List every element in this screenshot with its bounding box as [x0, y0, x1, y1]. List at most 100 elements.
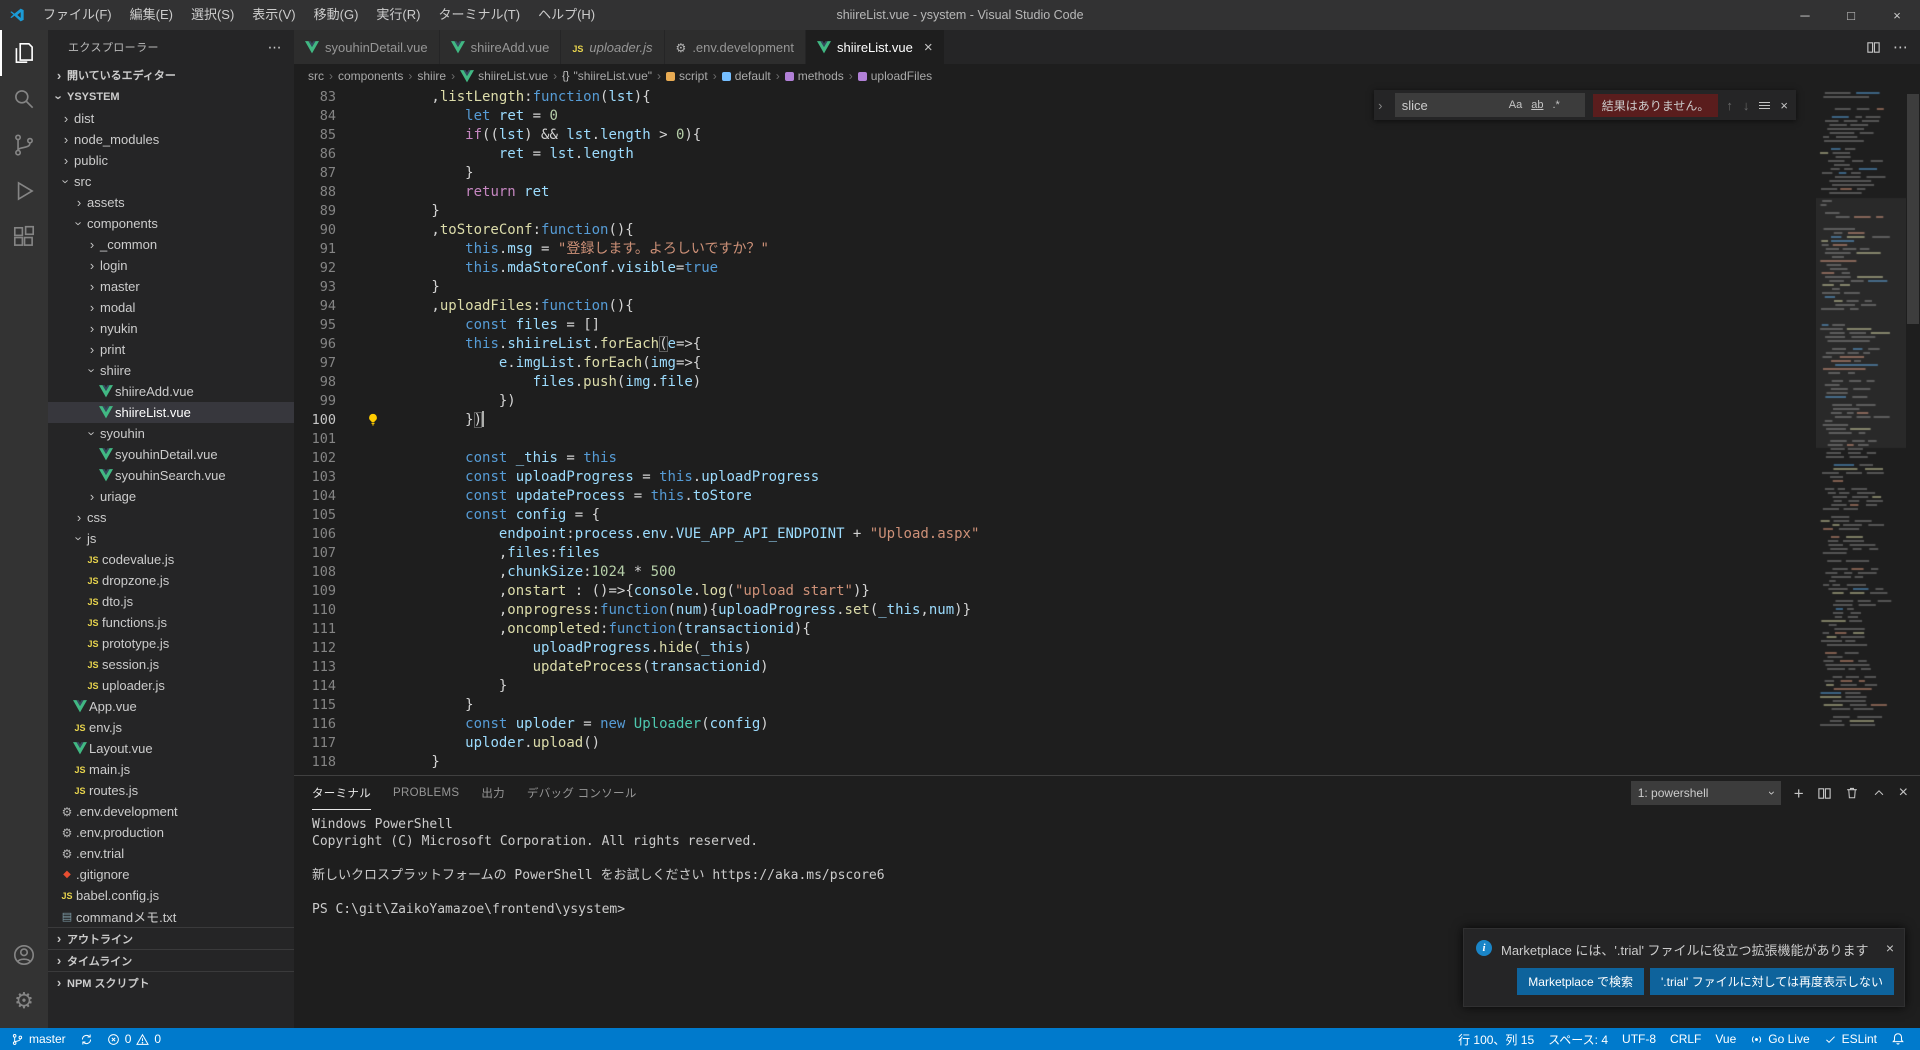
code-line-88[interactable]: 88 return ret — [294, 183, 1816, 202]
tree-item-dropzone.js[interactable]: JSdropzone.js — [48, 570, 294, 591]
menu-terminal[interactable]: ターミナル(T) — [429, 0, 529, 30]
status-eslint[interactable]: ESLint — [1817, 1028, 1884, 1050]
tree-item-master[interactable]: ›master — [48, 276, 294, 297]
tree-item-.env.development[interactable]: ⚙.env.development — [48, 801, 294, 822]
tree-item-public[interactable]: ›public — [48, 150, 294, 171]
next-match-icon[interactable]: ↓ — [1743, 98, 1750, 113]
find-in-selection-icon[interactable] — [1759, 102, 1770, 109]
menu-view[interactable]: 表示(V) — [243, 0, 304, 30]
line-number[interactable]: 96 — [294, 335, 364, 354]
code-line-103[interactable]: 103 const uploadProgress = this.uploadPr… — [294, 468, 1816, 487]
workspace-root[interactable]: › YSYSTEM — [48, 86, 294, 108]
line-number[interactable]: 88 — [294, 183, 364, 202]
menu-run[interactable]: 実行(R) — [367, 0, 429, 30]
line-number[interactable]: 84 — [294, 107, 364, 126]
line-number[interactable]: 109 — [294, 582, 364, 601]
tree-item-src[interactable]: ›src — [48, 171, 294, 192]
tree-item-.env.production[interactable]: ⚙.env.production — [48, 822, 294, 843]
panel-tab-output[interactable]: 出力 — [481, 776, 505, 810]
line-number[interactable]: 99 — [294, 392, 364, 411]
notification-button-dont-show-again[interactable]: '.trial' ファイルに対しては再度表示しない — [1650, 968, 1894, 995]
tab-uploader.js[interactable]: JSuploader.js — [561, 30, 664, 64]
tree-item-components[interactable]: ›components — [48, 213, 294, 234]
tree-item-shiireadd.vue[interactable]: shiireAdd.vue — [48, 381, 294, 402]
tree-item-syouhin[interactable]: ›syouhin — [48, 423, 294, 444]
previous-match-icon[interactable]: ↑ — [1726, 98, 1733, 113]
code-line-100[interactable]: 100 }) — [294, 411, 1816, 430]
activity-search-icon[interactable] — [0, 76, 48, 122]
code-line-110[interactable]: 110 ,onprogress:function(num){uploadProg… — [294, 601, 1816, 620]
tree-item-syouhinsearch.vue[interactable]: syouhinSearch.vue — [48, 465, 294, 486]
tree-item-print[interactable]: ›print — [48, 339, 294, 360]
activity-explorer-icon[interactable] — [0, 30, 48, 76]
code-line-117[interactable]: 117 uploder.upload() — [294, 734, 1816, 753]
menu-help[interactable]: ヘルプ(H) — [529, 0, 604, 30]
status-git-branch[interactable]: master — [4, 1028, 73, 1050]
regex-icon[interactable]: .* — [1550, 98, 1561, 112]
tree-item-shiirelist.vue[interactable]: shiireList.vue — [48, 402, 294, 423]
editor-scrollbar[interactable] — [1906, 88, 1920, 775]
tree-item-node_modules[interactable]: ›node_modules — [48, 129, 294, 150]
find-input-box[interactable]: Aa ab .* — [1395, 93, 1585, 117]
breadcrumb-default[interactable]: default — [722, 69, 771, 83]
status-cursor-position[interactable]: 行 100、列 15 — [1451, 1028, 1541, 1050]
code-line-116[interactable]: 116 const uploder = new Uploader(config) — [294, 715, 1816, 734]
line-number[interactable]: 103 — [294, 468, 364, 487]
code-line-86[interactable]: 86 ret = lst.length — [294, 145, 1816, 164]
tree-item-functions.js[interactable]: JSfunctions.js — [48, 612, 294, 633]
tree-item-env.js[interactable]: JSenv.js — [48, 717, 294, 738]
code-line-114[interactable]: 114 } — [294, 677, 1816, 696]
code-line-104[interactable]: 104 const updateProcess = this.toStore — [294, 487, 1816, 506]
line-number[interactable]: 106 — [294, 525, 364, 544]
menu-go[interactable]: 移動(G) — [305, 0, 368, 30]
line-number[interactable]: 108 — [294, 563, 364, 582]
split-terminal-icon[interactable] — [1817, 786, 1832, 801]
minimize-button[interactable]: ─ — [1782, 0, 1828, 30]
tree-item-syouhindetail.vue[interactable]: syouhinDetail.vue — [48, 444, 294, 465]
tree-item-babel.config.js[interactable]: JSbabel.config.js — [48, 885, 294, 906]
code-line-101[interactable]: 101 — [294, 430, 1816, 449]
tree-item-nyukin[interactable]: ›nyukin — [48, 318, 294, 339]
code-line-93[interactable]: 93 } — [294, 278, 1816, 297]
code-line-85[interactable]: 85 if((lst) && lst.length > 0){ — [294, 126, 1816, 145]
breadcrumb-uploadfiles[interactable]: uploadFiles — [858, 69, 932, 83]
line-number[interactable]: 112 — [294, 639, 364, 658]
status-go-live[interactable]: Go Live — [1743, 1028, 1816, 1050]
activity-account-icon[interactable] — [0, 932, 48, 978]
tree-item-assets[interactable]: ›assets — [48, 192, 294, 213]
breadcrumb-src[interactable]: src — [308, 69, 324, 83]
breadcrumb-shiire[interactable]: shiire — [417, 69, 446, 83]
line-number[interactable]: 107 — [294, 544, 364, 563]
tree-item-layout.vue[interactable]: Layout.vue — [48, 738, 294, 759]
code-line-92[interactable]: 92 this.mdaStoreConf.visible=true — [294, 259, 1816, 278]
split-editor-icon[interactable] — [1866, 40, 1881, 55]
kill-terminal-icon[interactable] — [1845, 786, 1859, 800]
tree-item-dto.js[interactable]: JSdto.js — [48, 591, 294, 612]
tree-item-prototype.js[interactable]: JSprototype.js — [48, 633, 294, 654]
tab-syouhindetail.vue[interactable]: syouhinDetail.vue — [294, 30, 440, 64]
line-number[interactable]: 98 — [294, 373, 364, 392]
breadcrumb-components[interactable]: components — [338, 69, 403, 83]
status-notifications-bell[interactable] — [1884, 1028, 1912, 1050]
tree-item-app.vue[interactable]: App.vue — [48, 696, 294, 717]
code-line-96[interactable]: 96 this.shiireList.forEach(e=>{ — [294, 335, 1816, 354]
code-line-102[interactable]: 102 const _this = this — [294, 449, 1816, 468]
tree-item-.gitignore[interactable]: ◆.gitignore — [48, 864, 294, 885]
section-bottom-1[interactable]: ›タイムライン — [48, 949, 294, 971]
code-line-107[interactable]: 107 ,files:files — [294, 544, 1816, 563]
tree-item-session.js[interactable]: JSsession.js — [48, 654, 294, 675]
scrollbar-slider[interactable] — [1907, 94, 1919, 324]
line-number[interactable]: 91 — [294, 240, 364, 259]
code-line-91[interactable]: 91 this.msg = "登録します。よろしいですか？" — [294, 240, 1816, 259]
tree-item-codevalue.js[interactable]: JScodevalue.js — [48, 549, 294, 570]
code-line-108[interactable]: 108 ,chunkSize:1024 * 500 — [294, 563, 1816, 582]
code-line-99[interactable]: 99 }) — [294, 392, 1816, 411]
whole-word-icon[interactable]: ab — [1529, 98, 1545, 112]
menu-edit[interactable]: 編集(E) — [121, 0, 182, 30]
tree-item-uploader.js[interactable]: JSuploader.js — [48, 675, 294, 696]
status-language-mode[interactable]: Vue — [1708, 1028, 1743, 1050]
new-terminal-icon[interactable]: + — [1794, 785, 1804, 802]
line-number[interactable]: 93 — [294, 278, 364, 297]
close-tab-icon[interactable]: × — [924, 39, 933, 56]
close-find-icon[interactable]: × — [1780, 98, 1788, 113]
